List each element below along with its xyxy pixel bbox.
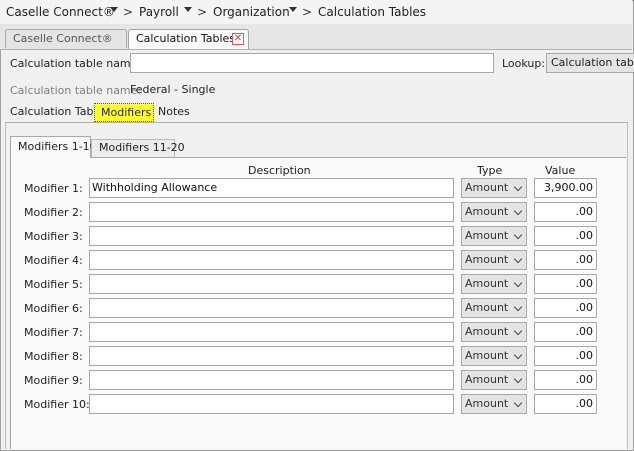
modifier-value-input[interactable]: .00 <box>534 226 597 246</box>
modifier-type-select[interactable]: Amount <box>461 322 527 342</box>
chevron-down-icon <box>513 398 523 408</box>
breadcrumb-separator: > <box>123 5 134 19</box>
type-select-value: Amount <box>465 277 509 290</box>
modifier-label: Modifier 4: <box>24 254 83 267</box>
description-column-header: Description <box>248 164 311 177</box>
chevron-down-icon <box>513 230 523 240</box>
modifier-value-input[interactable]: .00 <box>534 202 597 222</box>
lookup-field[interactable]: Calculation table n <box>546 53 634 73</box>
modifier-value-input[interactable]: .00 <box>534 370 597 390</box>
modifier-label: Modifier 3: <box>24 230 83 243</box>
type-select-value: Amount <box>465 253 509 266</box>
modifier-type-select[interactable]: Amount <box>461 202 527 222</box>
chevron-down-icon <box>513 302 523 312</box>
modifier-description-input[interactable] <box>89 370 454 390</box>
modifier-label: Modifier 8: <box>24 350 83 363</box>
modifier-value-input[interactable]: .00 <box>534 250 597 270</box>
chevron-down-icon <box>513 278 523 288</box>
type-select-value: Amount <box>465 349 509 362</box>
modifier-description-input[interactable] <box>89 346 454 366</box>
tab-label: Calculation Tables <box>136 32 236 45</box>
tab-caselle-connect[interactable]: Caselle Connect® <box>5 29 127 48</box>
breadcrumb-calculation-tables: Calculation Tables <box>318 5 427 19</box>
modifier-value-input[interactable]: .00 <box>534 298 597 318</box>
tab-label: Caselle Connect® <box>13 32 113 45</box>
modifier-description-input[interactable] <box>89 394 454 414</box>
calculation-table-name-readonly-label: Calculation table name: <box>10 84 142 97</box>
modifier-type-select[interactable]: Amount <box>461 274 527 294</box>
modifier-type-select[interactable]: Amount <box>461 394 527 414</box>
tab-calculation-table[interactable]: Calculation Table <box>10 103 103 122</box>
modifier-label: Modifier 10: <box>24 398 90 411</box>
tab-modifiers[interactable]: Modifiers <box>94 103 154 122</box>
modifier-description-input[interactable] <box>89 250 454 270</box>
modifier-value-input[interactable]: 3,900.00 <box>534 178 597 198</box>
modifier-description-input[interactable] <box>89 298 454 318</box>
breadcrumb-payroll[interactable]: Payroll <box>139 5 179 19</box>
close-icon[interactable]: ✕ <box>232 33 244 45</box>
type-select-value: Amount <box>465 229 509 242</box>
modifier-value-input[interactable]: .00 <box>534 346 597 366</box>
modifier-type-select[interactable]: Amount <box>461 178 527 198</box>
chevron-down-icon <box>513 206 523 216</box>
breadcrumb-caselle-connect[interactable]: Caselle Connect® <box>6 5 115 19</box>
calculation-table-name-value: Federal - Single <box>130 83 216 96</box>
modifier-label: Modifier 9: <box>24 374 83 387</box>
modifier-type-select[interactable]: Amount <box>461 298 527 318</box>
modifier-label: Modifier 2: <box>24 206 83 219</box>
chevron-down-icon[interactable] <box>184 7 192 12</box>
chevron-down-icon[interactable] <box>110 7 118 12</box>
modifier-value-input[interactable]: .00 <box>534 322 597 342</box>
modifier-label: Modifier 6: <box>24 302 83 315</box>
tab-modifiers-11-20[interactable]: Modifiers 11-20 <box>91 139 185 157</box>
chevron-down-icon[interactable] <box>289 7 297 12</box>
type-select-value: Amount <box>465 373 509 386</box>
type-select-value: Amount <box>465 301 509 314</box>
modifier-description-input[interactable]: Withholding Allowance <box>89 178 454 198</box>
value-column-header: Value <box>545 164 576 177</box>
chevron-down-icon <box>513 326 523 336</box>
modifier-type-select[interactable]: Amount <box>461 346 527 366</box>
modifier-label: Modifier 7: <box>24 326 83 339</box>
lookup-label: Lookup: <box>502 57 546 70</box>
modifier-value-input[interactable]: .00 <box>534 394 597 414</box>
calculation-table-name-input[interactable] <box>130 53 494 73</box>
modifier-label: Modifier 5: <box>24 278 83 291</box>
type-column-header: Type <box>477 164 503 177</box>
breadcrumb-organization[interactable]: Organization <box>213 5 290 19</box>
tab-calculation-tables[interactable]: Calculation Tables ✕ <box>128 29 249 49</box>
document-tab-strip: Caselle Connect® Calculation Tables ✕ <box>0 24 632 50</box>
type-select-value: Amount <box>465 325 509 338</box>
calculation-table-name-label: Calculation table name: <box>10 57 142 70</box>
modifier-value-input[interactable]: .00 <box>534 274 597 294</box>
type-select-value: Amount <box>465 181 509 194</box>
modifier-type-select[interactable]: Amount <box>461 250 527 270</box>
modifier-type-select[interactable]: Amount <box>461 370 527 390</box>
breadcrumb-separator: > <box>302 5 313 19</box>
chevron-down-icon <box>513 350 523 360</box>
breadcrumb: Caselle Connect® > Payroll > Organizatio… <box>0 0 632 25</box>
modifier-label: Modifier 1: <box>24 182 83 195</box>
breadcrumb-separator: > <box>197 5 208 19</box>
chevron-down-icon <box>513 254 523 264</box>
chevron-down-icon <box>513 374 523 384</box>
modifier-description-input[interactable] <box>89 226 454 246</box>
modifier-description-input[interactable] <box>89 202 454 222</box>
chevron-down-icon <box>513 182 523 192</box>
type-select-value: Amount <box>465 205 509 218</box>
tab-notes[interactable]: Notes <box>158 103 190 122</box>
modifier-description-input[interactable] <box>89 274 454 294</box>
tab-modifiers-1-10[interactable]: Modifiers 1-10 <box>10 136 97 158</box>
modifier-description-input[interactable] <box>89 322 454 342</box>
type-select-value: Amount <box>465 397 509 410</box>
modifier-type-select[interactable]: Amount <box>461 226 527 246</box>
